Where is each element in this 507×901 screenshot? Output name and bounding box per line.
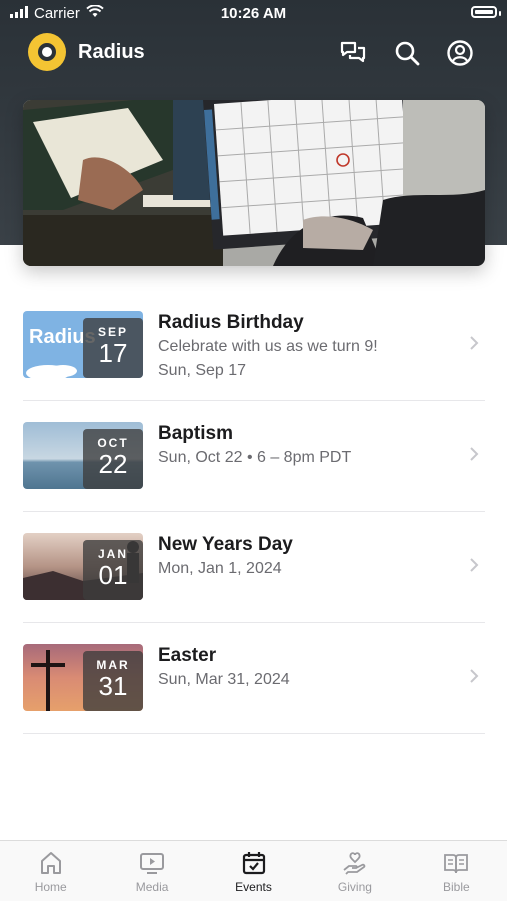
date-day: 22 [98,449,128,479]
tab-home[interactable]: Home [0,841,101,901]
giving-icon [343,852,366,875]
event-item[interactable]: JAN 01 New Years Day Mon, Jan 1, 2024 [23,533,485,643]
event-title: New Years Day [158,534,293,555]
event-title: Baptism [158,423,233,444]
event-subtitle: Sun, Mar 31, 2024 [158,671,290,688]
status-bar: Carrier 10:26 AM [0,0,507,28]
event-title: Easter [158,645,217,666]
bible-icon [444,854,469,874]
date-badge: SEP 17 [83,318,143,378]
tab-label: Home [34,880,67,894]
event-subtitle: Mon, Jan 1, 2024 [158,560,282,577]
tab-events[interactable]: Events [203,841,304,901]
tab-bible[interactable]: Bible [406,841,507,901]
date-badge: JAN 01 [83,540,143,600]
chevron-right-icon [470,447,479,461]
home-icon [40,852,61,874]
app-logo[interactable] [28,33,66,71]
chat-icon[interactable] [338,38,368,68]
app-header: Radius [0,30,507,76]
event-item[interactable]: MAR 31 Easter Sun, Mar 31, 2024 [23,644,485,754]
featured-banner[interactable] [23,100,485,266]
chevron-right-icon [470,558,479,572]
tab-label: Giving [337,880,372,894]
tab-bar: Home Media Events Giving Bible [0,840,507,901]
event-date: Sun, Sep 17 [158,362,247,379]
event-subtitle: Sun, Oct 22 • 6 – 8pm PDT [158,449,352,466]
list-divider [23,622,485,623]
tab-media[interactable]: Media [101,841,202,901]
event-title: Radius Birthday [158,312,304,333]
list-divider [23,400,485,401]
date-day: 01 [98,560,128,590]
profile-icon[interactable] [445,38,475,68]
event-item[interactable]: Radius SEP 17 Radius Birthday Celebrate … [23,311,485,421]
media-icon [140,853,165,874]
tab-label: Media [135,880,169,894]
app-title: Radius [78,41,145,63]
list-divider [23,733,485,734]
date-badge: OCT 22 [83,429,143,489]
date-badge: MAR 31 [83,651,143,711]
chevron-right-icon [470,336,479,350]
battery-nub [499,11,501,16]
date-day: 31 [98,671,128,701]
date-month: JAN [97,547,128,561]
tab-label: Bible [442,880,470,894]
event-item[interactable]: OCT 22 Baptism Sun, Oct 22 • 6 – 8pm PDT [23,422,485,532]
search-icon[interactable] [392,38,422,68]
calendar-laptop-image [23,100,485,266]
event-subtitle: Celebrate with us as we turn 9! [158,338,378,355]
clock: 10:26 AM [220,5,287,22]
calendar-icon [242,852,265,875]
list-divider [23,511,485,512]
date-day: 17 [98,338,128,368]
battery-icon [471,6,497,18]
chevron-right-icon [470,669,479,683]
date-month: OCT [97,436,129,450]
tab-label: Events [235,880,272,894]
date-month: MAR [96,658,130,672]
tab-giving[interactable]: Giving [304,841,405,901]
date-month: SEP [97,325,128,339]
